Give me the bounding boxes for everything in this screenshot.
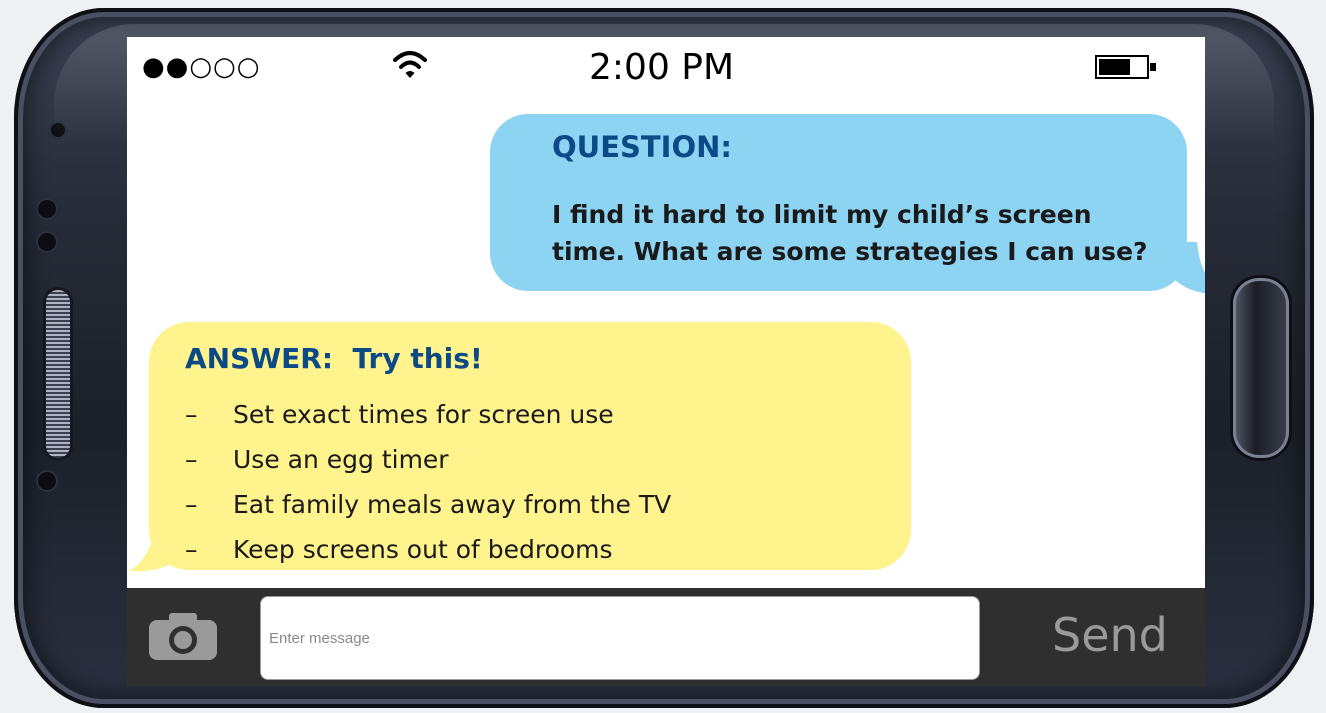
status-bar: ●●○○○ 2:00 PM [127, 37, 1205, 95]
send-button[interactable]: Send [1052, 608, 1168, 662]
battery-fill [1099, 59, 1130, 75]
answer-list: – Set exact times for screen use – Use an … [185, 392, 671, 572]
phone-screen: ●●○○○ 2:00 PM QUESTION: I find it hard t… [127, 37, 1205, 687]
front-camera-icon [49, 121, 67, 139]
list-item: – Use an egg timer [185, 445, 449, 474]
question-bubble: QUESTION: I find it hard to limit my chi… [490, 114, 1187, 291]
sensor-icon [36, 231, 58, 253]
list-item: – Eat family meals away from the TV [185, 490, 672, 519]
status-time: 2:00 PM [589, 47, 735, 88]
compose-bar: Send [127, 588, 1205, 687]
answer-bubble: ANSWER: Try this! – Set exact times for s… [149, 322, 911, 570]
question-text: I find it hard to limit my child’s scree… [552, 200, 1148, 266]
answer-title: ANSWER: Try this! [185, 342, 483, 375]
sensor-icon [36, 198, 58, 220]
message-input[interactable] [260, 596, 980, 680]
wifi-icon [393, 51, 427, 78]
signal-strength-icon: ●●○○○ [142, 52, 261, 82]
speaker-grille [46, 290, 70, 458]
question-title: QUESTION: [552, 130, 732, 164]
list-item: – Keep screens out of bedrooms [185, 535, 613, 564]
camera-icon[interactable] [147, 610, 219, 662]
notification-light-icon [36, 470, 58, 492]
battery-icon [1095, 55, 1156, 79]
list-item: – Set exact times for screen use [185, 400, 614, 429]
home-button[interactable] [1233, 278, 1289, 458]
